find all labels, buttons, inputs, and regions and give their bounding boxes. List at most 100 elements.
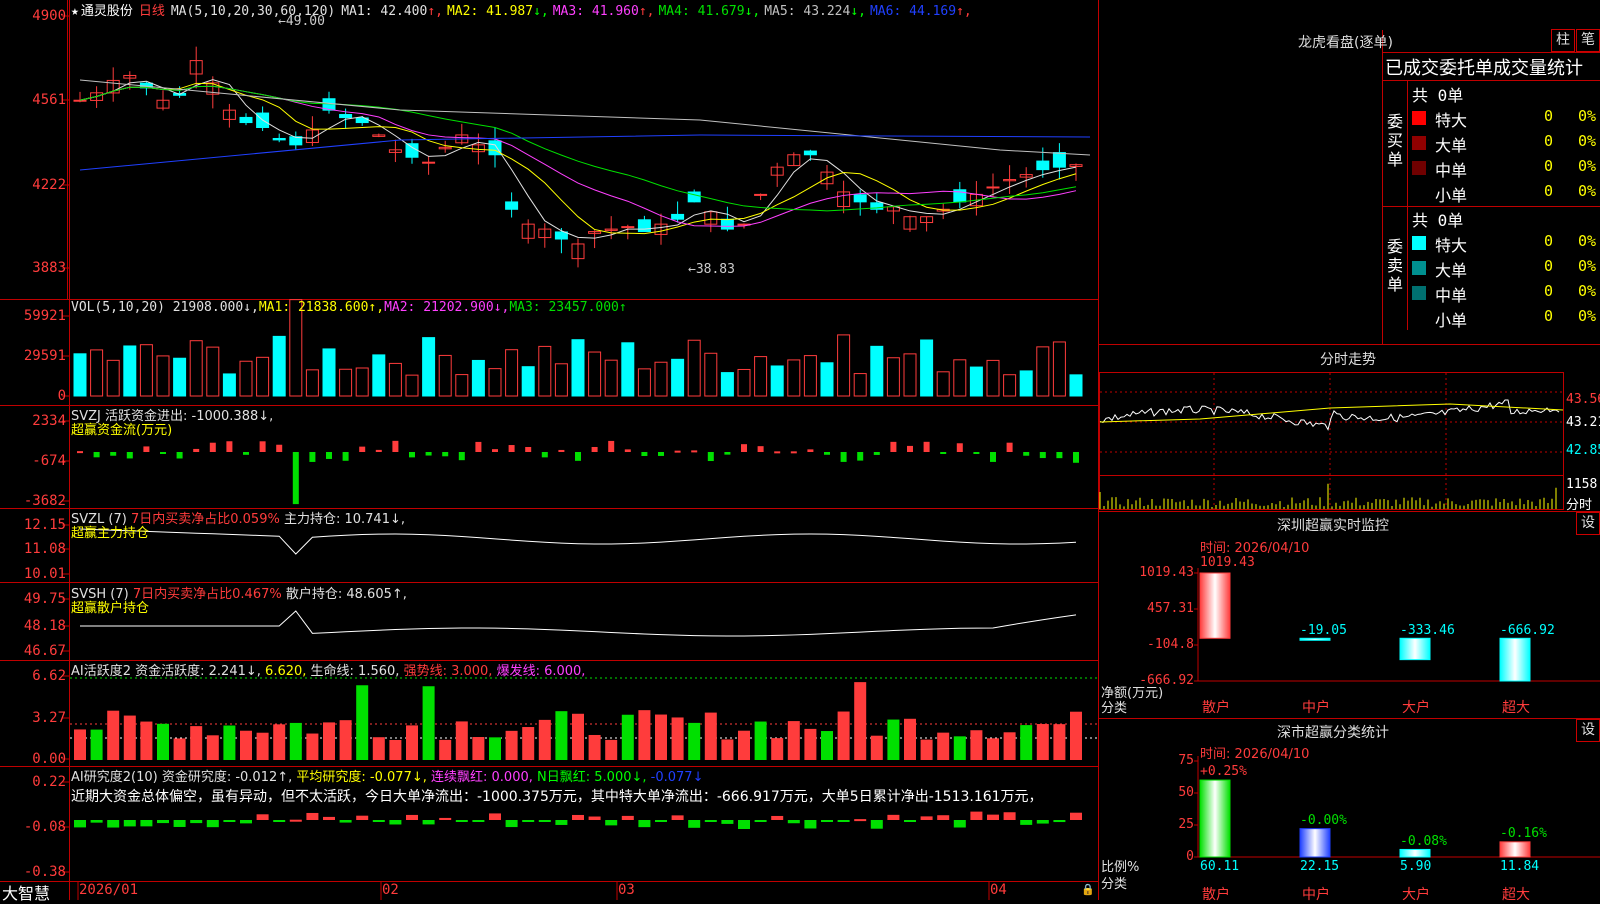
category-bar <box>1299 637 1331 641</box>
activity-bar <box>937 732 950 760</box>
volume-bar <box>720 372 734 397</box>
svzj-y-tick: -3682 <box>23 493 66 509</box>
flow-bar <box>309 452 316 462</box>
research-bar <box>588 816 601 820</box>
research-bar <box>970 811 983 820</box>
star-icon[interactable]: ★ <box>71 4 79 19</box>
flow-bar <box>674 450 681 453</box>
volume-bar <box>90 349 104 397</box>
research-bar <box>887 814 900 820</box>
research-bar <box>306 812 319 820</box>
research-bar <box>1020 820 1033 825</box>
candle-body <box>1036 160 1050 171</box>
activity-bar <box>953 736 966 760</box>
flow-bar <box>707 452 714 462</box>
category-bar <box>1199 779 1231 858</box>
vol-values: 21908.000↓,MA1: 21838.600↑,MA2: 21202.90… <box>173 300 627 315</box>
research-bar <box>422 820 435 825</box>
research-bar <box>638 820 651 828</box>
research-bar <box>655 820 667 822</box>
flow-bar <box>956 443 963 452</box>
volume-bar <box>588 351 602 397</box>
x-axis-label: 03 <box>618 882 635 898</box>
candle-body <box>803 150 817 156</box>
activity-bar <box>289 722 302 760</box>
app-logo: 大智慧 <box>2 884 51 903</box>
flow-bar <box>326 452 332 459</box>
sz-category-settings-button[interactable]: 设 <box>1576 719 1600 742</box>
volume-bar <box>704 352 718 397</box>
volume-bar <box>770 365 784 397</box>
order-total: 共 0单 <box>1412 86 1464 105</box>
candle-body <box>405 143 419 158</box>
activity-bar <box>804 728 817 760</box>
research-bar <box>173 820 186 827</box>
volume-bar <box>206 346 220 397</box>
flow-bar <box>126 452 133 459</box>
flow-bar <box>110 452 117 456</box>
volume-bar <box>604 359 618 397</box>
activity-bar <box>754 721 767 760</box>
flow-bar <box>176 452 183 459</box>
svzl-subtitle: 超赢主力持仓 <box>71 526 150 541</box>
flow-bar <box>790 451 797 454</box>
vol-label: VOL(5,10,20) <box>71 300 165 315</box>
activity-bar <box>323 722 335 760</box>
category-value: 60.11 <box>1200 859 1240 874</box>
research-bar <box>621 815 634 820</box>
bar-value-label: -0.00% <box>1300 813 1347 828</box>
swatch-3 <box>1412 286 1426 300</box>
activity-bar <box>455 721 468 760</box>
volume-bar <box>803 355 817 397</box>
research-bar <box>389 820 402 825</box>
activity-bar <box>256 732 269 760</box>
swatch-3 <box>1412 161 1426 175</box>
activity-bar <box>920 739 933 760</box>
order-size-label: 特大 <box>1435 111 1468 130</box>
intraday-avg-line <box>1099 403 1564 423</box>
research-bar <box>854 819 867 822</box>
candle-body <box>239 116 253 124</box>
bar-value-label: -666.92 <box>1500 623 1555 638</box>
bar-value-label: -0.16% <box>1500 826 1547 841</box>
ma-value-5: MA5: 43.224 <box>764 4 851 19</box>
volume-bar <box>986 359 1000 397</box>
activity-bar <box>1070 711 1082 760</box>
flow-bar <box>757 446 764 452</box>
research-bar <box>439 817 452 820</box>
research-bar <box>754 820 767 822</box>
flow-bar <box>292 452 299 505</box>
flow-bar <box>1023 452 1030 456</box>
order-view-button[interactable]: 笔 <box>1576 29 1600 52</box>
activity-bar <box>887 719 900 760</box>
bar-view-button[interactable]: 柱 <box>1551 29 1575 52</box>
flow-bar <box>375 449 382 452</box>
order-pct: 0% <box>1578 132 1597 150</box>
order-count: 0 <box>1544 182 1554 200</box>
flow-bar <box>143 446 150 452</box>
research-bar <box>804 820 817 829</box>
order-pct: 0% <box>1578 157 1597 175</box>
research-bar <box>472 820 485 822</box>
swatch-4 <box>1412 311 1426 325</box>
activity-bar <box>173 738 186 760</box>
lock-icon[interactable]: 🔒 <box>1081 883 1095 896</box>
svzl-y-tick: 12.15 <box>23 517 66 533</box>
volume-bar <box>355 367 369 397</box>
activity-bar <box>1003 732 1016 760</box>
candle-body <box>637 219 651 233</box>
research-bar <box>74 820 86 828</box>
activity-bar <box>821 731 833 760</box>
sz-monitor-settings-button[interactable]: 设 <box>1576 512 1600 535</box>
volume-bar <box>239 360 253 397</box>
flow-bar <box>624 449 631 452</box>
activity-bar <box>837 711 850 760</box>
order-pct: 0% <box>1578 182 1597 200</box>
activity-bar <box>704 712 717 760</box>
bar-value-label: -0.08% <box>1400 834 1447 849</box>
volume-bar <box>322 348 336 397</box>
main-y-tick: 3883 <box>32 260 66 276</box>
candle-body <box>422 161 436 164</box>
bar-y-tick: 50 <box>1178 785 1194 800</box>
period-label[interactable]: 日线 <box>139 4 165 19</box>
